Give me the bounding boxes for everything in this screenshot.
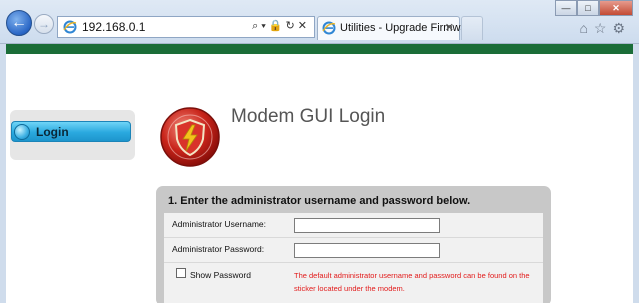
toolbar-icons[interactable]: ⌂☆⚙ bbox=[579, 20, 631, 37]
password-label: Administrator Password: bbox=[172, 244, 265, 254]
window-controls: — □ ✕ bbox=[555, 0, 633, 16]
back-button[interactable]: ← bbox=[6, 10, 32, 36]
ie-icon bbox=[63, 20, 77, 34]
window-frame-left bbox=[0, 44, 6, 303]
globe-icon bbox=[14, 124, 30, 140]
close-tab-icon[interactable]: ✕ bbox=[445, 21, 454, 34]
username-label: Administrator Username: bbox=[172, 219, 267, 229]
tab-title: Utilities - Upgrade Firmware bbox=[340, 22, 477, 34]
password-row: Administrator Password: bbox=[164, 238, 543, 263]
tab-utilities[interactable]: Utilities - Upgrade Firmware ✕ bbox=[317, 16, 476, 40]
show-password-row: Show Password The default administrator … bbox=[164, 263, 543, 303]
username-field[interactable] bbox=[294, 218, 440, 233]
address-text: 192.168.0.1 bbox=[82, 20, 146, 34]
show-password-checkbox[interactable] bbox=[176, 268, 186, 278]
page-title: Modem GUI Login bbox=[231, 106, 386, 127]
panel-heading: 1. Enter the administrator username and … bbox=[168, 195, 471, 207]
maximize-button[interactable]: □ bbox=[577, 0, 599, 16]
close-window-button[interactable]: ✕ bbox=[599, 0, 633, 16]
default-credentials-note: The default administrator username and p… bbox=[294, 271, 530, 293]
forward-button[interactable]: → bbox=[34, 14, 54, 34]
login-form: Administrator Username: Administrator Pa… bbox=[164, 213, 543, 303]
minimize-button[interactable]: — bbox=[555, 0, 577, 16]
address-bar[interactable]: 192.168.0.1 ⌕▾🔒↻✕ bbox=[57, 16, 315, 38]
new-tab-button[interactable] bbox=[461, 16, 483, 40]
window-frame-right bbox=[633, 44, 639, 303]
sidebar: Login bbox=[10, 110, 135, 160]
shield-lightning-icon bbox=[160, 107, 220, 167]
browser-toolbar: ← → 192.168.0.1 ⌕▾🔒↻✕ Utilities - Upgrad… bbox=[0, 0, 639, 44]
ie-icon bbox=[322, 21, 336, 35]
login-panel: 1. Enter the administrator username and … bbox=[156, 186, 551, 303]
address-tools-icon[interactable]: ⌕▾🔒↻✕ bbox=[252, 19, 310, 33]
sidebar-item-label: Login bbox=[36, 125, 69, 139]
password-field[interactable] bbox=[294, 243, 440, 258]
username-row: Administrator Username: bbox=[164, 213, 543, 238]
sidebar-item-login[interactable]: Login bbox=[11, 121, 131, 142]
page-header-bar bbox=[6, 44, 633, 54]
show-password-label[interactable]: Show Password bbox=[190, 270, 251, 280]
